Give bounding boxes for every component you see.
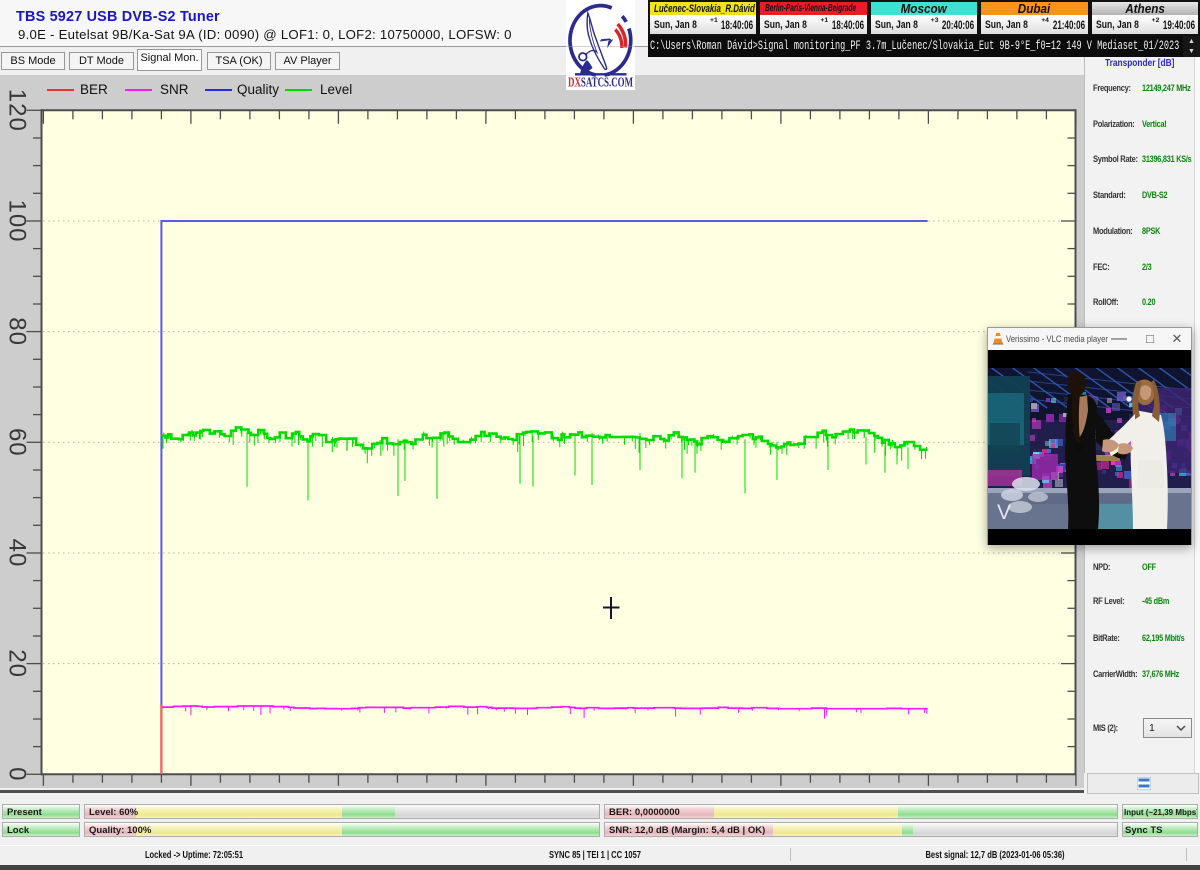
svg-text:40: 40	[4, 539, 31, 568]
svg-text:60: 60	[4, 428, 31, 457]
svg-text:80: 80	[4, 317, 31, 346]
svg-text:V: V	[997, 501, 1011, 524]
svg-text:120: 120	[4, 89, 31, 132]
svg-text:20: 20	[4, 649, 31, 678]
svg-text:0: 0	[4, 767, 31, 781]
svg-text:DXSATCS.COM: DXSATCS.COM	[568, 75, 633, 90]
svg-text:100: 100	[4, 199, 31, 242]
